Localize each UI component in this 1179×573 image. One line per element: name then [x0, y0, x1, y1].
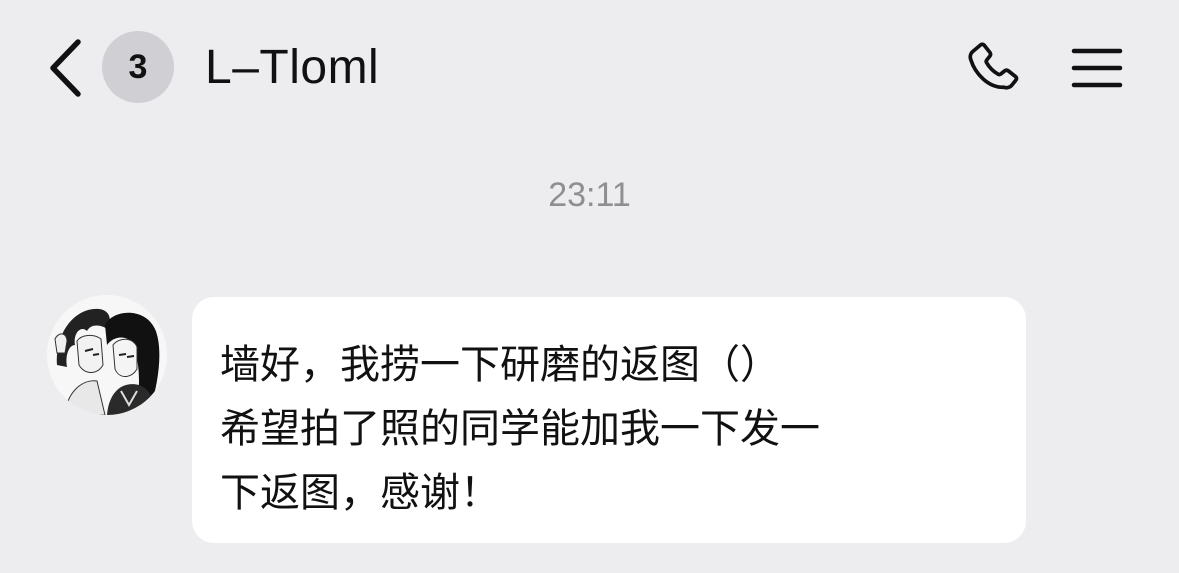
back-button[interactable]	[40, 36, 90, 100]
unread-count-badge[interactable]: 3	[102, 31, 174, 103]
message-text: 墙好，我捞一下研磨的返图（） 希望拍了照的同学能加我一下发一 下返图，感谢！	[220, 342, 820, 516]
phone-icon	[968, 42, 1019, 90]
message-bubble[interactable]: 墙好，我捞一下研磨的返图（） 希望拍了照的同学能加我一下发一 下返图，感谢！	[192, 297, 1026, 543]
chat-title: L–Tloml	[205, 41, 380, 94]
message-timestamp: 23:11	[548, 176, 631, 214]
chevron-left-icon	[50, 39, 81, 97]
anime-couple-avatar-image	[47, 295, 167, 415]
menu-button[interactable]	[1062, 32, 1132, 104]
chat-header: 3 L–Tloml	[0, 0, 1179, 136]
sender-avatar[interactable]	[47, 295, 167, 415]
menu-icon	[1071, 48, 1123, 88]
incoming-message: 墙好，我捞一下研磨的返图（） 希望拍了照的同学能加我一下发一 下返图，感谢！	[0, 295, 1179, 545]
call-button[interactable]	[958, 32, 1030, 104]
